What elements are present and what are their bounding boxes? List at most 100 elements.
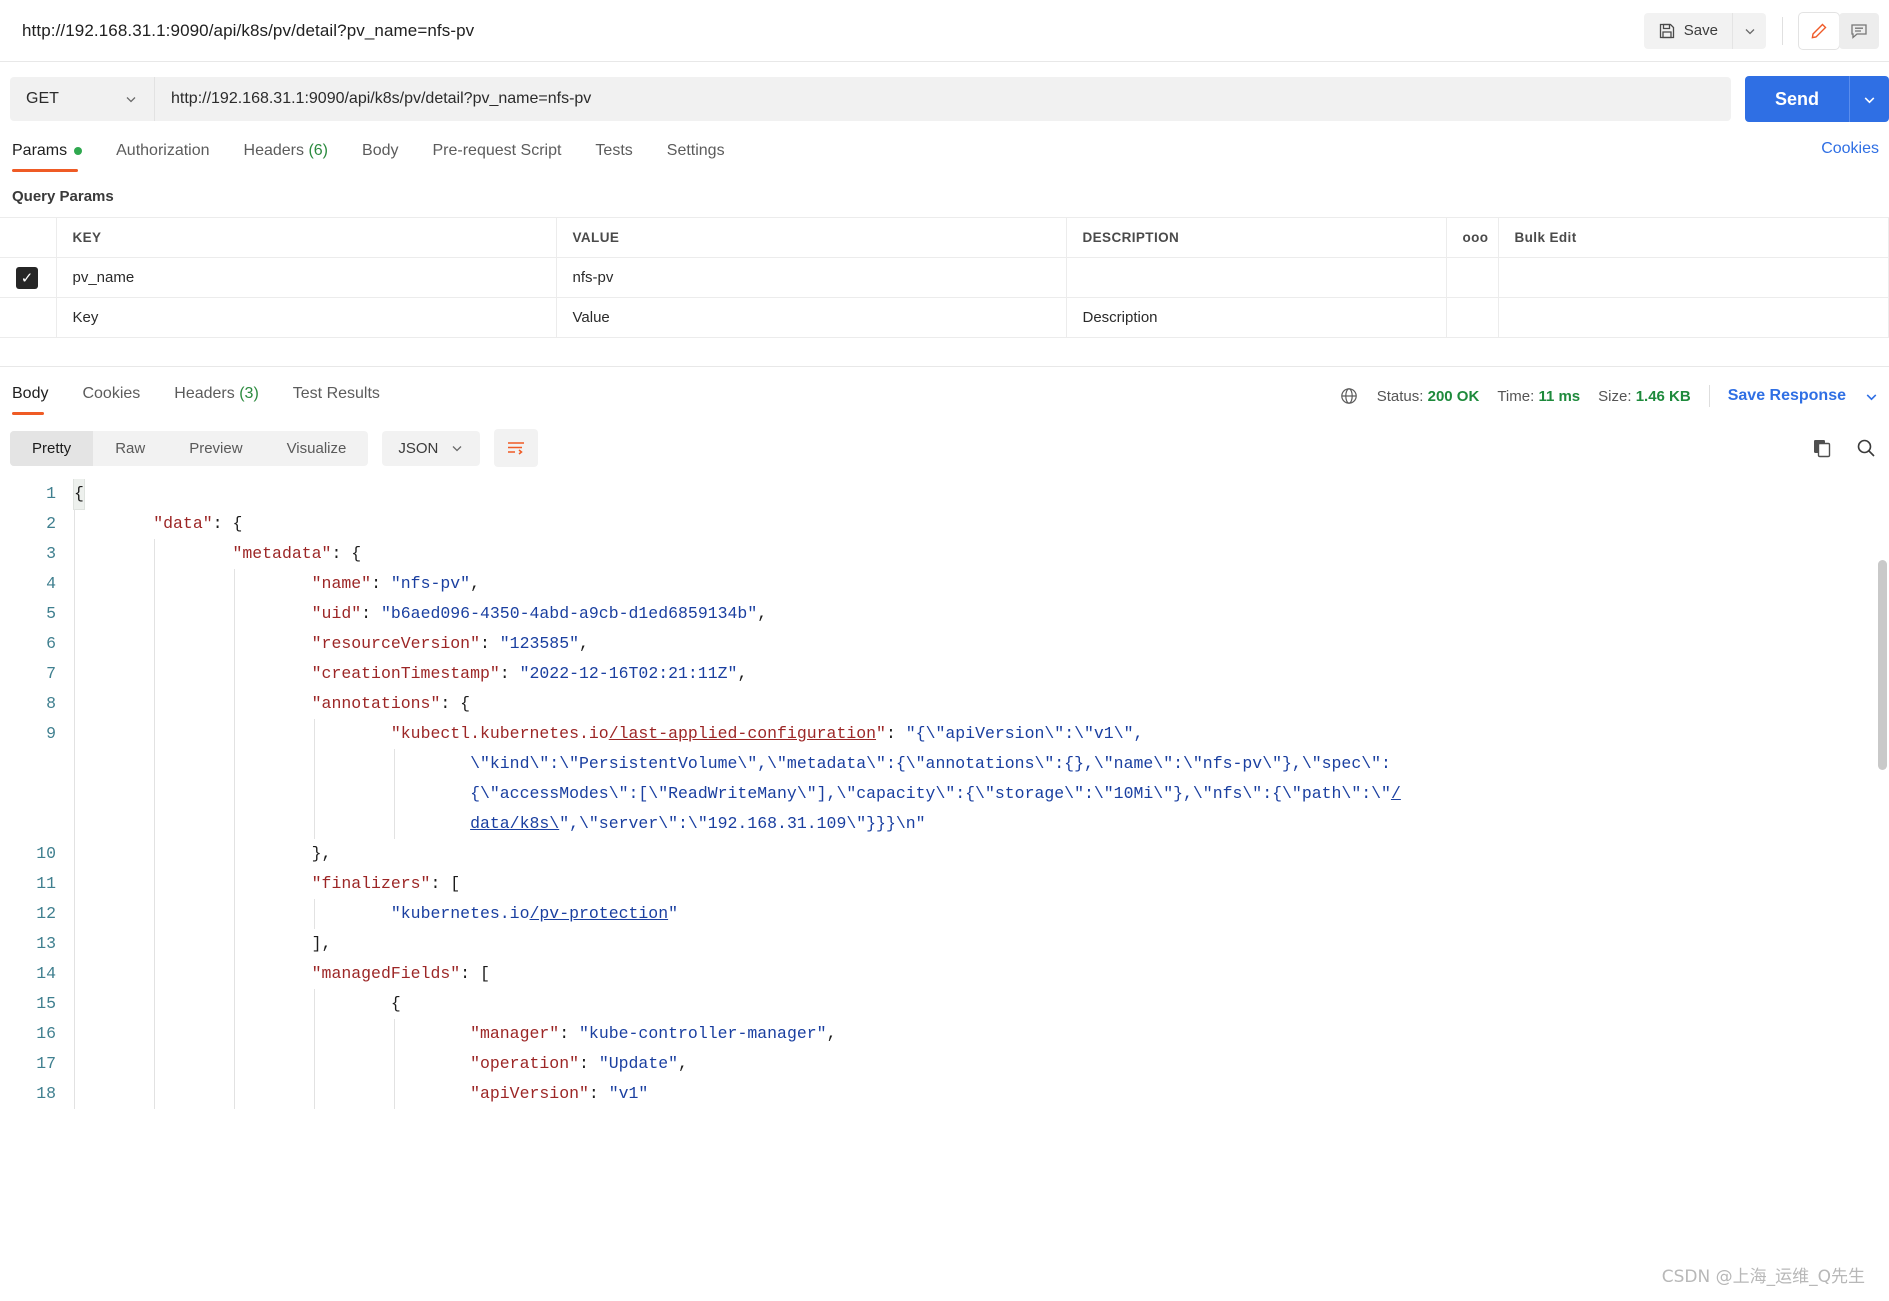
code-token: "{\"apiVersion\":\"v1\", [905, 724, 1144, 743]
column-header-key: KEY [56, 217, 557, 258]
row-options-cell [1446, 257, 1499, 298]
code-line-text: { [74, 989, 401, 1019]
new-param-value-input[interactable]: Value [556, 297, 1067, 338]
chevron-down-icon[interactable] [1864, 389, 1879, 404]
tab-pre-request-script-label: Pre-request Script [432, 142, 562, 159]
save-response-button[interactable]: Save Response [1728, 387, 1846, 405]
code-token: "b6aed096-4350-4abd-a9cb-d1ed6859134b" [380, 604, 758, 623]
time-label: Time: [1497, 387, 1535, 405]
code-line: data/k8s\",\"server\":\"192.168.31.109\"… [0, 809, 1889, 839]
code-line-text: "data": { [74, 509, 242, 539]
code-line-text: "finalizers": [ [74, 869, 460, 899]
new-row-spacer-cell [1498, 297, 1889, 338]
code-token: , [579, 634, 589, 653]
code-token: / [1390, 784, 1401, 803]
code-token: : [885, 724, 906, 743]
save-options-button[interactable] [1732, 12, 1766, 49]
response-meta: Status: 200 OK Time: 11 ms Size: 1.46 KB… [1339, 385, 1889, 415]
response-format-bar: Pretty Raw Preview Visualize JSON [0, 415, 1889, 479]
tab-authorization[interactable]: Authorization [116, 136, 229, 172]
tab-headers[interactable]: Headers (6) [244, 136, 349, 172]
code-token: /last-applied-configuration [608, 724, 877, 743]
response-tab-body[interactable]: Body [12, 379, 68, 415]
new-row-checkbox-cell [0, 297, 57, 338]
code-line: 7 "creationTimestamp": "2022-12-16T02:21… [0, 659, 1889, 689]
edit-request-button[interactable] [1799, 12, 1839, 49]
view-mode-preview[interactable]: Preview [167, 431, 264, 466]
tab-body[interactable]: Body [362, 136, 418, 172]
response-format-select[interactable]: JSON [382, 430, 481, 466]
status-value: 200 OK [1427, 387, 1480, 405]
tab-tests[interactable]: Tests [595, 136, 652, 172]
view-mode-raw[interactable]: Raw [93, 431, 167, 466]
response-body-json[interactable]: 1{2 "data": {3 "metadata": {4 "name": "n… [0, 479, 1889, 1109]
url-input[interactable]: http://192.168.31.1:9090/api/k8s/pv/deta… [154, 77, 1731, 121]
bulk-edit-button[interactable]: Bulk Edit [1498, 217, 1889, 258]
code-line: 16 "manager": "kube-controller-manager", [0, 1019, 1889, 1049]
header-divider [1782, 16, 1783, 45]
code-token: "data" [153, 514, 213, 533]
new-param-key-input[interactable]: Key [56, 297, 557, 338]
response-tab-test-results-label: Test Results [292, 385, 380, 402]
code-line: {\"accessModes\":[\"ReadWriteMany\"],\"c… [0, 779, 1889, 809]
code-token: /pv-protection [529, 904, 669, 923]
code-line-text: \"kind\":\"PersistentVolume\",\"metadata… [74, 749, 1391, 779]
send-button[interactable]: Send [1744, 76, 1849, 122]
code-token: "resourceVersion" [311, 634, 480, 653]
response-tab-headers[interactable]: Headers (3) [174, 379, 279, 415]
line-number: 1 [46, 484, 56, 503]
param-description[interactable] [1066, 257, 1447, 298]
word-wrap-button[interactable] [494, 429, 539, 467]
table-row: ✓ pv_name nfs-pv [0, 257, 1889, 298]
comments-button[interactable] [1839, 12, 1879, 49]
floppy-disk-icon [1658, 22, 1676, 40]
code-token: : [361, 604, 381, 623]
response-tab-headers-count: (3) [239, 385, 259, 402]
code-line-text: { [74, 479, 84, 509]
size-value: 1.46 KB [1635, 387, 1691, 405]
code-token: "finalizers" [311, 874, 431, 893]
line-number: 10 [36, 844, 56, 863]
code-line: 13 ], [0, 929, 1889, 959]
tab-pre-request-script[interactable]: Pre-request Script [432, 136, 581, 172]
code-token: : { [331, 544, 362, 563]
table-options-button[interactable]: ooo [1446, 217, 1499, 258]
code-line-text: "managedFields": [ [74, 959, 490, 989]
view-mode-visualize[interactable]: Visualize [265, 431, 369, 466]
query-params-label: Query Params [12, 188, 114, 205]
code-token: "2022-12-16T02:21:11Z" [519, 664, 738, 683]
tab-settings[interactable]: Settings [667, 136, 745, 172]
copy-icon[interactable] [1811, 437, 1833, 459]
code-token: : [479, 634, 500, 653]
search-icon[interactable] [1855, 437, 1877, 459]
response-scrollbar[interactable] [1878, 560, 1887, 770]
code-token: "uid" [311, 604, 362, 623]
code-token: "metadata" [232, 544, 332, 563]
tab-params[interactable]: Params [12, 136, 102, 172]
view-mode-pretty[interactable]: Pretty [10, 430, 94, 466]
param-key[interactable]: pv_name [56, 257, 557, 298]
http-method-select[interactable]: GET [10, 77, 154, 121]
line-number: 5 [46, 604, 56, 623]
response-tab-cookies[interactable]: Cookies [82, 379, 160, 415]
code-token: "apiVersion" [470, 1084, 589, 1103]
send-group: Send [1744, 76, 1889, 122]
param-value[interactable]: nfs-pv [556, 257, 1067, 298]
save-button-label: Save [1683, 22, 1718, 39]
new-param-description-input[interactable]: Description [1066, 297, 1447, 338]
select-all-cell [0, 217, 57, 258]
column-header-description: DESCRIPTION [1066, 217, 1447, 258]
table-row: Key Value Description [0, 297, 1889, 338]
code-line: 4 "name": "nfs-pv", [0, 569, 1889, 599]
response-tools [1811, 437, 1889, 459]
line-number: 15 [36, 994, 56, 1013]
code-token: : [ [430, 874, 461, 893]
code-line: 3 "metadata": { [0, 539, 1889, 569]
code-line-text: "metadata": { [74, 539, 361, 569]
row-checkbox[interactable]: ✓ [16, 266, 38, 289]
status-group: Status: 200 OK [1377, 388, 1480, 405]
cookies-link[interactable]: Cookies [1821, 140, 1879, 158]
send-options-button[interactable] [1849, 76, 1889, 122]
save-button[interactable]: Save [1643, 12, 1732, 49]
response-tab-test-results[interactable]: Test Results [293, 379, 400, 415]
